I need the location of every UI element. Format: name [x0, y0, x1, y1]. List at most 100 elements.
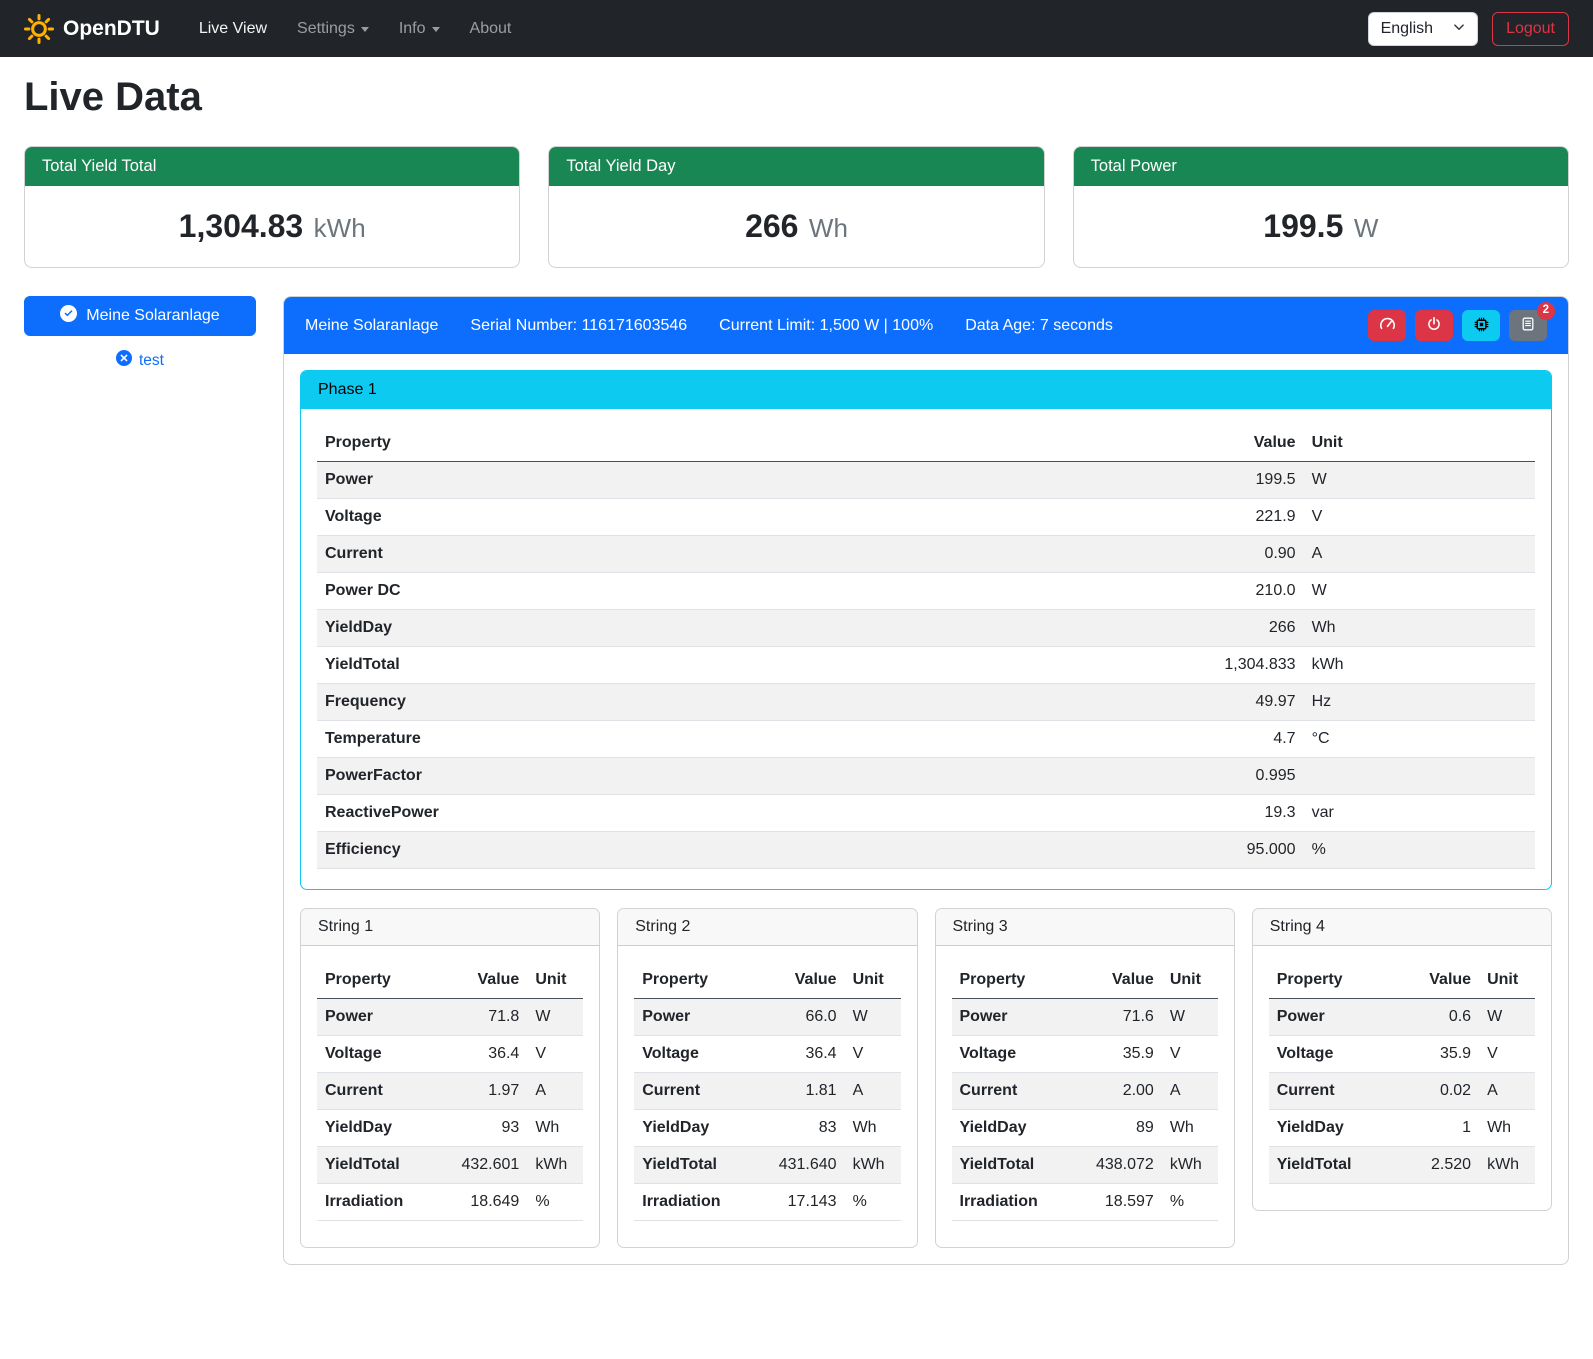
unit-cell: W — [1162, 999, 1218, 1036]
property-cell: Power DC — [317, 573, 987, 610]
unit-cell: % — [527, 1184, 583, 1221]
power-button[interactable] — [1415, 310, 1453, 341]
property-cell: Temperature — [317, 721, 987, 758]
value-cell: 210.0 — [987, 573, 1304, 610]
language-select[interactable]: English — [1368, 12, 1478, 46]
brand-label: OpenDTU — [63, 17, 160, 41]
property-cell: YieldTotal — [634, 1147, 756, 1184]
column-value: Value — [987, 425, 1304, 462]
value-cell: 1.81 — [757, 1073, 845, 1110]
value-cell: 432.601 — [439, 1147, 527, 1184]
journal-icon — [1520, 316, 1536, 335]
table-row: Current0.02A — [1269, 1073, 1535, 1110]
value-cell: 199.5 — [987, 462, 1304, 499]
inverter-button-active[interactable]: Meine Solaranlage — [24, 296, 256, 336]
value-cell: 1 — [1391, 1110, 1479, 1147]
brand[interactable]: OpenDTU — [24, 14, 160, 44]
card-value: 1,304.83 — [179, 208, 304, 244]
value-cell: 19.3 — [987, 795, 1304, 832]
card-header: Total Yield Day — [549, 147, 1043, 186]
table-row: Current1.97A — [317, 1073, 583, 1110]
property-cell: Power — [952, 999, 1074, 1036]
card-header: Total Yield Total — [25, 147, 519, 186]
property-cell: Efficiency — [317, 832, 987, 869]
caret-down-icon — [361, 27, 369, 32]
page-title: Live Data — [24, 75, 1569, 120]
property-cell: Power — [1269, 999, 1391, 1036]
string-card-body: Property Value Unit Power0.6WVoltage35.9… — [1253, 946, 1551, 1210]
card-total-yield-total: Total Yield Total 1,304.83 kWh — [24, 146, 520, 268]
table-row: YieldTotal438.072kWh — [952, 1147, 1218, 1184]
property-cell: Power — [317, 999, 439, 1036]
property-cell: Frequency — [317, 684, 987, 721]
string-card-3: String 3 Property Value Unit — [935, 908, 1235, 1248]
property-cell: Voltage — [634, 1036, 756, 1073]
unit-cell: Wh — [1304, 610, 1535, 647]
table-row: Frequency49.97Hz — [317, 684, 1535, 721]
table-row: YieldTotal432.601kWh — [317, 1147, 583, 1184]
table-row: Voltage36.4V — [317, 1036, 583, 1073]
property-cell: YieldTotal — [1269, 1147, 1391, 1184]
property-cell: YieldDay — [952, 1110, 1074, 1147]
nav-settings[interactable]: Settings — [284, 12, 382, 46]
inverter-panel-header: Meine Solaranlage Serial Number: 1161716… — [284, 297, 1568, 354]
table-row: Current0.90A — [317, 536, 1535, 573]
column-unit: Unit — [527, 962, 583, 999]
x-circle-icon — [116, 350, 132, 371]
property-cell: Current — [317, 1073, 439, 1110]
property-cell: Current — [634, 1073, 756, 1110]
column-unit: Unit — [1162, 962, 1218, 999]
chevron-down-icon — [1453, 20, 1465, 38]
nav-live-view[interactable]: Live View — [186, 12, 280, 46]
value-cell: 35.9 — [1074, 1036, 1162, 1073]
value-cell: 0.90 — [987, 536, 1304, 573]
nav-about-label: About — [470, 20, 512, 38]
property-cell: YieldDay — [1269, 1110, 1391, 1147]
phase-card-body: Property Value Unit Power199.5WVoltage22… — [301, 409, 1551, 889]
value-cell: 95.000 — [987, 832, 1304, 869]
unit-cell: kWh — [1304, 647, 1535, 684]
inverter-panel: Meine Solaranlage Serial Number: 1161716… — [283, 296, 1569, 1265]
page-container: Live Data Total Yield Total 1,304.83 kWh… — [0, 75, 1593, 1293]
logout-button[interactable]: Logout — [1492, 12, 1569, 46]
navbar-right: English Logout — [1368, 12, 1569, 46]
check-circle-icon — [60, 305, 77, 327]
device-info-button[interactable] — [1462, 310, 1500, 341]
nav-info[interactable]: Info — [386, 12, 453, 46]
value-cell: 36.4 — [757, 1036, 845, 1073]
inverter-button-inactive[interactable]: test — [24, 350, 256, 371]
speedometer-icon — [1379, 316, 1396, 336]
table-row: Voltage35.9V — [952, 1036, 1218, 1073]
phase-card-header: Phase 1 — [301, 371, 1551, 409]
property-cell: YieldDay — [634, 1110, 756, 1147]
unit-cell: % — [1304, 832, 1535, 869]
property-cell: YieldTotal — [317, 647, 987, 684]
column-value: Value — [757, 962, 845, 999]
value-cell: 2.520 — [1391, 1147, 1479, 1184]
panel-actions: 2 — [1368, 310, 1547, 341]
table-row: YieldDay266Wh — [317, 610, 1535, 647]
column-value: Value — [1391, 962, 1479, 999]
nav-links: Live View Settings Info About — [186, 12, 525, 46]
event-log-button[interactable]: 2 — [1509, 310, 1547, 341]
nav-about[interactable]: About — [457, 12, 525, 46]
string-table: Property Value Unit Power66.0WVoltage36.… — [634, 962, 900, 1221]
value-cell: 93 — [439, 1110, 527, 1147]
unit-cell: A — [1304, 536, 1535, 573]
unit-cell: Wh — [527, 1110, 583, 1147]
inverter-panel-body: Phase 1 Property Value Unit Power199.5WV… — [284, 354, 1568, 1264]
limit-settings-button[interactable] — [1368, 310, 1406, 341]
unit-cell: Hz — [1304, 684, 1535, 721]
unit-cell: W — [845, 999, 901, 1036]
string-card-body: Property Value Unit Power71.8WVoltage36.… — [301, 946, 599, 1247]
value-cell: 89 — [1074, 1110, 1162, 1147]
table-row: Power0.6W — [1269, 999, 1535, 1036]
unit-cell: Wh — [1162, 1110, 1218, 1147]
table-row: Voltage35.9V — [1269, 1036, 1535, 1073]
value-cell: 2.00 — [1074, 1073, 1162, 1110]
card-header: Total Power — [1074, 147, 1568, 186]
table-header-row: Property Value Unit — [634, 962, 900, 999]
language-selected: English — [1381, 20, 1433, 38]
unit-cell: kWh — [1479, 1147, 1535, 1184]
property-cell: YieldDay — [317, 610, 987, 647]
